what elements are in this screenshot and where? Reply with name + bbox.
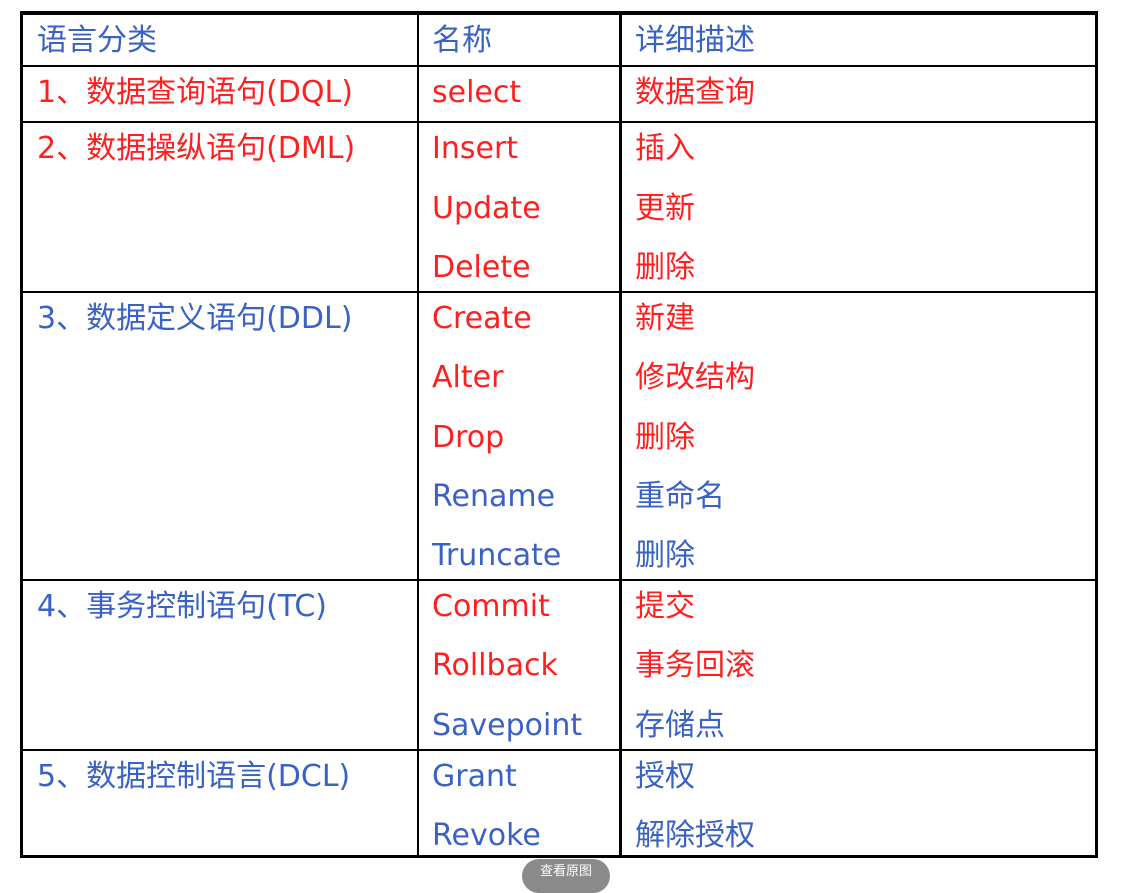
category-dcl: 5、数据控制语言(DCL) <box>37 759 351 794</box>
category-dql: 1、数据查询语句(DQL) <box>37 75 353 110</box>
statement-name: Grant <box>432 759 517 794</box>
column-divider <box>619 15 622 855</box>
statement-name: Create <box>432 301 532 336</box>
statement-name: Drop <box>432 420 505 455</box>
statement-name: Truncate <box>432 538 562 573</box>
column-divider <box>417 15 419 855</box>
row-divider <box>23 65 1095 67</box>
category-ddl: 3、数据定义语句(DDL) <box>37 301 353 336</box>
header-name: 名称 <box>432 23 492 58</box>
row-divider <box>23 749 1095 751</box>
statement-description: 解除授权 <box>635 818 755 853</box>
statement-name: Commit <box>432 589 550 624</box>
statement-name: Insert <box>432 131 519 166</box>
header-category: 语言分类 <box>37 23 157 58</box>
statement-name: Rename <box>432 479 556 514</box>
statement-name: Rollback <box>432 648 558 683</box>
view-original-button[interactable]: 查看原图 <box>522 859 610 893</box>
statement-name: select <box>432 75 522 110</box>
statement-description: 事务回滚 <box>635 648 755 683</box>
row-divider <box>23 579 1095 581</box>
statement-description: 数据查询 <box>635 75 755 110</box>
statement-description: 提交 <box>635 589 695 624</box>
statement-name: Savepoint <box>432 708 583 743</box>
statement-description: 新建 <box>635 301 695 336</box>
statement-description: 存储点 <box>635 708 725 743</box>
statement-description: 删除 <box>635 538 695 573</box>
statement-name: Revoke <box>432 818 541 853</box>
statement-description: 授权 <box>635 759 695 794</box>
row-divider <box>23 121 1095 123</box>
category-tc: 4、事务控制语句(TC) <box>37 589 328 624</box>
statement-description: 删除 <box>635 420 695 455</box>
statement-description: 重命名 <box>635 479 725 514</box>
statement-description: 更新 <box>635 191 695 226</box>
statement-name: Delete <box>432 250 531 285</box>
statement-description: 删除 <box>635 250 695 285</box>
statement-name: Alter <box>432 360 504 395</box>
header-description: 详细描述 <box>635 23 755 58</box>
sql-category-table: 语言分类 名称 详细描述 1、数据查询语句(DQL) select 数据查询 2… <box>20 11 1098 858</box>
category-dml: 2、数据操纵语句(DML) <box>37 131 356 166</box>
statement-description: 插入 <box>635 131 695 166</box>
statement-name: Update <box>432 191 541 226</box>
row-divider <box>23 291 1095 293</box>
statement-description: 修改结构 <box>635 360 755 395</box>
